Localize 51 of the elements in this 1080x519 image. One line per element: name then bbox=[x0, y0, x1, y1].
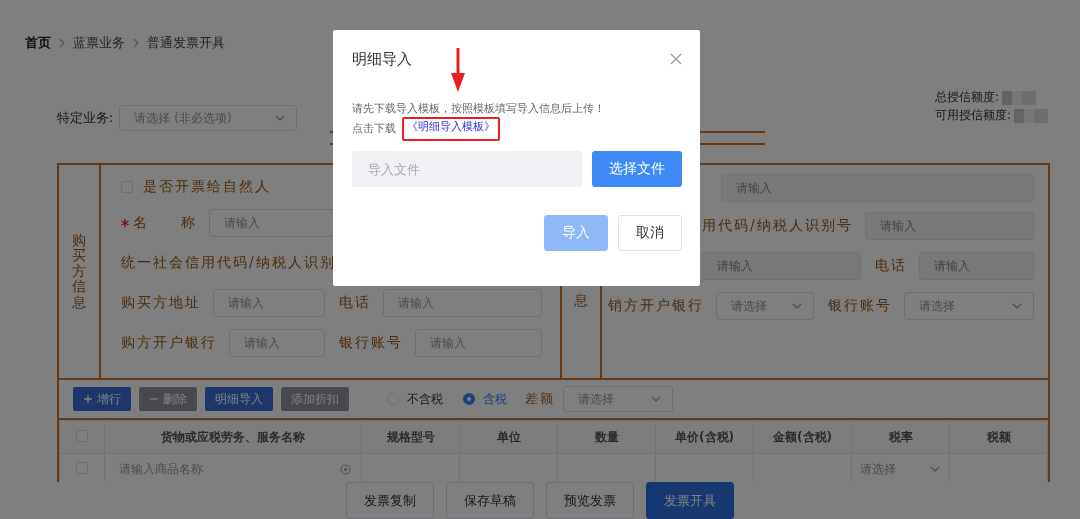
credit-label: 总授信额度: bbox=[934, 89, 999, 106]
instruction-text: 请先下载导入模板，按照模板填写导入信息后上传！ bbox=[352, 102, 606, 116]
field-label: 销方开户银行 bbox=[608, 297, 704, 315]
breadcrumb-link[interactable]: 蓝票业务 bbox=[73, 34, 125, 52]
column-header: 规格型号 bbox=[386, 429, 435, 444]
field-label: 购买方地址 bbox=[121, 294, 201, 312]
cancel-button[interactable]: 取消 bbox=[618, 215, 682, 251]
field-label: 电话 bbox=[338, 294, 371, 312]
field-label: 统一社会信用代码/纳税人识别 bbox=[121, 254, 336, 272]
column-header: 金额(含税) bbox=[773, 429, 832, 444]
field-label: 银行账号 bbox=[828, 297, 892, 315]
redacted-value bbox=[1002, 90, 1036, 105]
circle-icon bbox=[340, 463, 351, 475]
column-header: 单价(含税) bbox=[675, 429, 734, 444]
close-icon[interactable] bbox=[670, 53, 682, 65]
field-label: 电话 bbox=[875, 257, 907, 275]
section-title: 购买方信息 bbox=[59, 165, 101, 378]
toolbar-button[interactable]: 明细导入 bbox=[205, 387, 273, 411]
field-label: 银行账号 bbox=[338, 334, 403, 352]
field-label: 购方开户银行 bbox=[121, 334, 217, 352]
annotation-arrow bbox=[448, 48, 468, 92]
plus-icon bbox=[83, 394, 93, 404]
radio-button[interactable] bbox=[463, 393, 475, 405]
column-header: 税率 bbox=[888, 429, 913, 444]
field-label: 名 称 bbox=[133, 214, 197, 232]
breadcrumb-link[interactable]: 首页 bbox=[25, 34, 51, 52]
radio-label: 含税 bbox=[483, 390, 507, 408]
field-label: 用代码/纳税人识别号 bbox=[702, 217, 853, 235]
column-header: 税额 bbox=[986, 429, 1011, 444]
instruction-text: 点击下载 bbox=[352, 122, 396, 136]
credit-label: 可用授信额度: bbox=[934, 107, 1011, 124]
choose-file-button[interactable]: 选择文件 bbox=[592, 151, 682, 187]
download-link[interactable]: 《明细导入模板》 bbox=[407, 120, 495, 133]
checkbox-label: 是否开票给自然人 bbox=[143, 178, 271, 196]
dialog-title: 明细导入 bbox=[352, 49, 412, 69]
chevron-icon bbox=[133, 38, 139, 48]
radio-label: 不含税 bbox=[407, 390, 443, 408]
file-field[interactable]: 导入文件 bbox=[352, 151, 583, 187]
redacted-value bbox=[1014, 108, 1048, 123]
column-header: 货物或应税劳务、服务名称 bbox=[161, 429, 305, 444]
footer-button[interactable]: 发票复制 bbox=[346, 482, 434, 519]
column-header: 数量 bbox=[594, 429, 619, 444]
breadcrumb-link[interactable]: 普通发票开具 bbox=[147, 34, 225, 52]
field-label: 特定业务: bbox=[57, 109, 114, 127]
footer-button[interactable]: 发票开具 bbox=[646, 482, 734, 519]
column-header: 单位 bbox=[496, 429, 521, 444]
footer-button[interactable]: 预览发票 bbox=[546, 482, 634, 519]
field-label: 差额 bbox=[525, 390, 555, 408]
chevron-icon bbox=[59, 38, 65, 48]
toolbar-button[interactable]: 增行 bbox=[73, 387, 131, 411]
footer-button[interactable]: 保存草稿 bbox=[446, 482, 534, 519]
